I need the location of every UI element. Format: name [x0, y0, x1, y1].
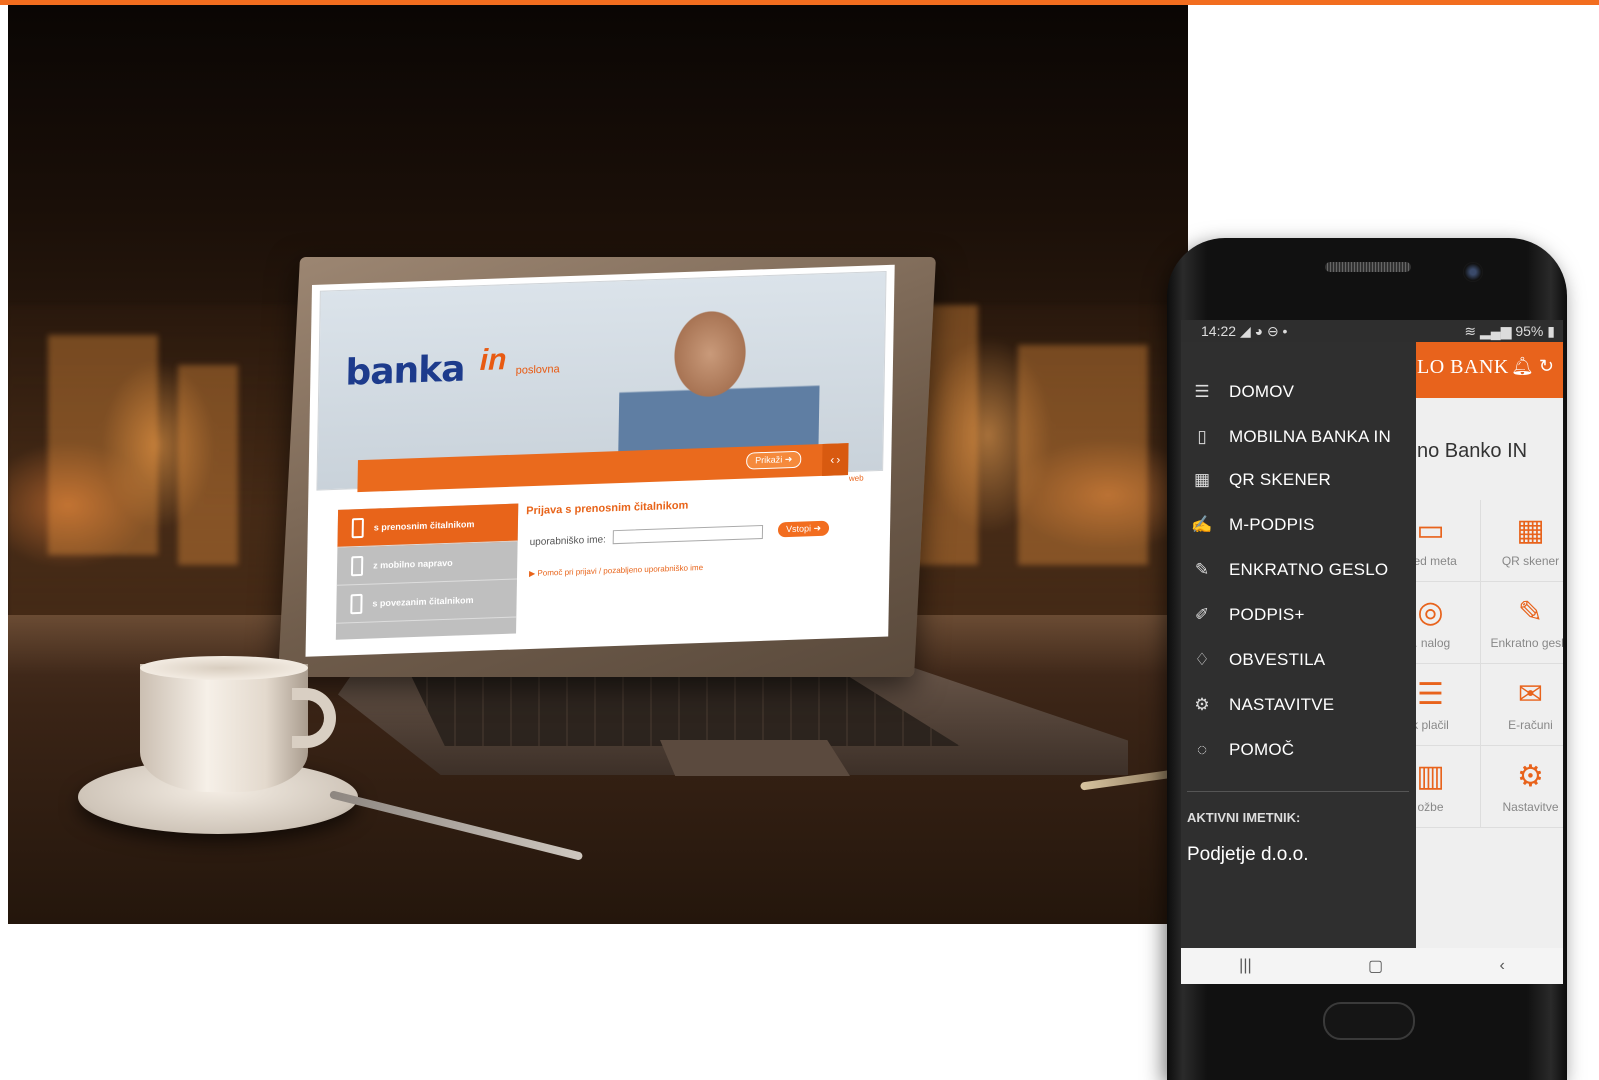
login-option-card-reader[interactable]: s prenosnim čitalnikom [337, 503, 519, 548]
wallet-icon: ▭ [1416, 514, 1445, 547]
phone-camera [1463, 262, 1483, 282]
drawer-divider [1187, 791, 1409, 792]
status-bar: 14:22 ◢ ◕ ⊖ • ≋ ▂▄▆ 95% ▮ [1181, 320, 1563, 342]
bell-icon[interactable]: 🔔︎ [1511, 356, 1534, 376]
login-method-list: s prenosnim čitalnikom z mobilno napravo… [335, 503, 519, 640]
coffee-cup [140, 664, 308, 792]
smartphone: 14:22 ◢ ◕ ⊖ • ≋ ▂▄▆ 95% ▮ LO BANK 🔔︎ ↻ n… [1167, 238, 1567, 1080]
bell-icon: ♢ [1194, 650, 1210, 669]
chart-icon: ▥ [1416, 760, 1445, 793]
tile-e-invoices[interactable]: ✉ E-računi [1481, 664, 1563, 746]
qr-icon: ▦ [1516, 514, 1545, 547]
username-label: uporabniško ime: [529, 534, 606, 549]
payment-order-icon: ◎ [1417, 596, 1444, 629]
help-chat-icon: ◌ [1196, 740, 1208, 759]
phone-home-button[interactable] [1323, 1002, 1415, 1040]
help-link[interactable]: ▶ Pomoč pri prijavi / pozabljeno uporabn… [529, 563, 703, 578]
pen-icon: ✎ [1517, 596, 1544, 629]
status-icons: ◢ ◕ ⊖ • [1239, 322, 1288, 339]
qr-icon: ▦ [1193, 470, 1211, 489]
signature-plus-icon: ✐ [1194, 605, 1210, 624]
cup-rim [140, 656, 308, 680]
android-nav-bar: ||| ▢ ‹ [1181, 948, 1563, 984]
pen-icon: ✎ [1194, 560, 1210, 579]
menu-item-settings[interactable]: ⚙ NASTAVITVE [1181, 683, 1416, 727]
menu-item-home[interactable]: ☰ DOMOV [1181, 370, 1416, 414]
login-option-label: s povezanim čitalnikom [372, 594, 474, 608]
laptop-touchpad [660, 740, 850, 776]
refresh-icon[interactable]: ↻ [1539, 356, 1554, 376]
battery-icon: ▮ [1547, 322, 1555, 339]
active-holder-label: AKTIVNI IMETNIK: [1187, 810, 1301, 825]
bank-logo: banka [345, 348, 465, 394]
gear-icon: ⚙ [1517, 760, 1544, 793]
menu-item-m-signature[interactable]: ✍ M-PODPIS [1181, 503, 1416, 547]
bank-logo-subtitle: poslovna [515, 363, 560, 377]
tile-settings[interactable]: ⚙ Nastavitve [1481, 746, 1563, 828]
chevron-right-icon[interactable]: › [836, 452, 840, 466]
hamburger-icon: ☰ [1194, 382, 1210, 401]
wifi-signal-icon: ≋ ▂▄▆ [1464, 322, 1512, 339]
back-icon[interactable]: ‹ [1499, 957, 1504, 975]
status-time: 14:22 [1201, 322, 1237, 339]
marketing-composite: banka in poslovna Prikaži ➜ ‹ › web s pre… [0, 0, 1599, 1080]
menu-item-one-time-password[interactable]: ✎ ENKRATNO GESLO [1181, 548, 1416, 592]
recent-apps-icon[interactable]: ||| [1239, 957, 1251, 975]
login-option-connected-reader[interactable]: s povezanim čitalnikom [336, 579, 517, 624]
mobile-device-icon [350, 555, 364, 576]
login-form-title: Prijava s prenosnim čitalnikom [526, 499, 689, 518]
phone-speaker [1325, 262, 1411, 272]
bank-logo-mark: in [479, 343, 507, 378]
login-option-mobile[interactable]: z mobilno napravo [336, 541, 518, 586]
navigation-drawer: ☰ DOMOV ▯ MOBILNA BANKA IN ▦ QR SKENER ✍ M-P… [1181, 342, 1416, 948]
tile-qr-scanner[interactable]: ▦ QR skener [1481, 500, 1563, 582]
web-tag: web [848, 473, 864, 484]
app-title: LO BANK [1417, 356, 1509, 378]
connected-reader-icon [350, 593, 363, 614]
city-building [178, 365, 238, 565]
login-option-label: z mobilno napravo [373, 557, 453, 571]
phone-screen: 14:22 ◢ ◕ ⊖ • ≋ ▂▄▆ 95% ▮ LO BANK 🔔︎ ↻ n… [1181, 320, 1563, 984]
hero-banner: banka in poslovna Prikaži ➜ ‹ › [316, 270, 887, 493]
banner-arrows[interactable]: ‹ › [821, 443, 849, 476]
battery-level: 95% [1515, 322, 1544, 339]
envelope-icon: ✉ [1517, 678, 1544, 711]
welcome-text: no Banko IN [1417, 440, 1528, 462]
show-button[interactable]: Prikaži ➜ [746, 450, 802, 470]
signature-icon: ✍ [1191, 515, 1213, 534]
card-reader-icon [351, 517, 364, 538]
active-holder-name[interactable]: Podjetje d.o.o. [1187, 844, 1308, 866]
laptop-screen: banka in poslovna Prikaži ➜ ‹ › web s pre… [305, 264, 895, 657]
gear-icon: ⚙ [1194, 695, 1210, 714]
tile-one-time-password[interactable]: ✎ Enkratno geslo [1481, 582, 1563, 664]
login-button[interactable]: Vstopi ➜ [777, 520, 830, 538]
menu-item-notifications[interactable]: ♢ OBVESTILA [1181, 638, 1416, 682]
menu-item-help[interactable]: ◌ POMOČ [1181, 728, 1416, 772]
menu-item-mobile-bank[interactable]: ▯ MOBILNA BANKA IN [1181, 415, 1416, 459]
chevron-left-icon[interactable]: ‹ [830, 453, 834, 467]
menu-item-qr-scanner[interactable]: ▦ QR SKENER [1181, 458, 1416, 502]
header-actions: 🔔︎ ↻ [1511, 356, 1554, 377]
list-icon: ☰ [1417, 678, 1444, 711]
city-building [48, 335, 158, 555]
login-option-label: s prenosnim čitalnikom [373, 518, 475, 533]
phone-icon: ▯ [1197, 427, 1207, 446]
city-building [1018, 345, 1148, 565]
home-icon[interactable]: ▢ [1368, 956, 1383, 976]
menu-item-signature-plus[interactable]: ✐ PODPIS+ [1181, 593, 1416, 637]
username-input[interactable] [612, 524, 764, 545]
